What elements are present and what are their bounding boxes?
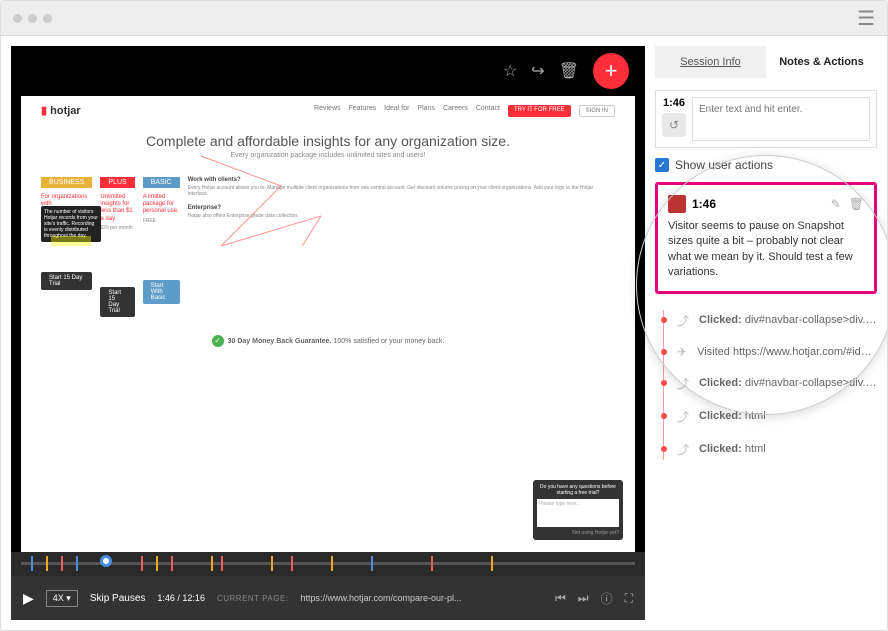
clients-h1: Work with clients? xyxy=(188,177,615,183)
plans: BUSINESS For organizations with $29 per … xyxy=(21,167,635,327)
share-icon[interactable]: ↪ xyxy=(531,61,544,81)
show-actions-toggle[interactable]: ✓ Show user actions xyxy=(655,158,877,172)
player-panel: ☆ ↪ 🗑 + ▮ hotjar Reviews Features Ideal … xyxy=(11,46,645,620)
speed-selector[interactable]: 4X ▾ xyxy=(46,590,78,607)
window-dots xyxy=(13,14,52,23)
star-icon[interactable]: ☆ xyxy=(503,61,517,81)
chat-foot: Not using Hotjar yet? xyxy=(537,530,619,536)
play-icon[interactable]: ▶ xyxy=(23,590,34,607)
dot xyxy=(43,14,52,23)
dot xyxy=(28,14,37,23)
recording-viewport: ▮ hotjar Reviews Features Ideal for Plan… xyxy=(11,96,645,552)
click-icon: ⤴ xyxy=(677,312,689,329)
plan-cta: Start With Basic xyxy=(143,280,180,304)
chat-widget: Do you have any questions before startin… xyxy=(533,480,623,540)
player-toolbar: ☆ ↪ 🗑 + xyxy=(11,46,645,96)
plan-plus: PLUS Unlimited insights for less than $1… xyxy=(100,177,134,317)
action-item[interactable]: ⤴ Clicked: div#navbar-collapse>div.pull-… xyxy=(655,304,877,337)
tab-notes-actions[interactable]: Notes & Actions xyxy=(766,46,877,78)
menu-icon[interactable]: ☰ xyxy=(857,6,875,31)
try-free-button: TRY IT FOR FREE xyxy=(508,105,571,117)
site-logo: ▮ hotjar xyxy=(41,104,81,117)
plan-tag: BUSINESS xyxy=(41,177,92,188)
site-nav: Reviews Features Ideal for Plans Careers… xyxy=(314,105,615,117)
click-icon: ⤴ xyxy=(677,375,689,392)
dot xyxy=(13,14,22,23)
recorded-page: ▮ hotjar Reviews Features Ideal for Plan… xyxy=(21,96,635,552)
history-icon[interactable]: ↺ xyxy=(662,113,686,137)
skip-pauses[interactable]: Skip Pauses xyxy=(90,593,146,604)
plan-cta: Start 15 Day Trial xyxy=(100,287,134,317)
compose-time: 1:46 xyxy=(663,97,685,109)
check-icon: ✓ xyxy=(212,335,224,347)
note-input[interactable] xyxy=(692,97,870,141)
current-url: https://www.hotjar.com/compare-our-pl... xyxy=(301,593,543,603)
hero: Complete and affordable insights for any… xyxy=(21,125,635,167)
plan-cta: Start 15 Day Trial xyxy=(41,272,92,290)
action-item[interactable]: ⤴ Clicked: div#navbar-collapse>div.pull-… xyxy=(655,367,877,400)
entry-time: 1:46 xyxy=(692,197,716,211)
plan-title: Unlimited insights for less than $1 a da… xyxy=(100,194,134,223)
plan-price: $29 per month xyxy=(100,225,134,231)
note-compose: 1:46 ↺ xyxy=(655,90,877,148)
playhead[interactable] xyxy=(100,555,112,567)
highlight xyxy=(51,236,91,246)
click-icon: ⤴ xyxy=(677,441,689,458)
trash-icon[interactable]: 🗑 xyxy=(559,61,579,81)
clients-h2: Enterprise? xyxy=(188,205,615,211)
entry-body: Visitor seems to pause on Snapshot sizes… xyxy=(668,219,864,281)
visit-icon: ✈ xyxy=(677,345,687,359)
nav-item: Reviews xyxy=(314,105,340,117)
action-item[interactable]: ⤴ Clicked: html xyxy=(655,433,877,466)
sidebar-tabs: Session Info Notes & Actions xyxy=(655,46,877,78)
plan-tag: BASIC xyxy=(143,177,180,188)
next-icon[interactable]: ⏭ xyxy=(578,591,589,606)
current-page-label: CURRENT PAGE: xyxy=(217,594,289,603)
note-entry: 1:46 ✎ 🗑 Visitor seems to pause on Snaps… xyxy=(655,182,877,294)
action-item[interactable]: ✈ Visited https://www.hotjar.com/#ideal-… xyxy=(655,337,877,367)
checkbox-icon[interactable]: ✓ xyxy=(655,158,669,172)
nav-item: Ideal for xyxy=(384,105,409,117)
plan-tag: PLUS xyxy=(100,177,134,188)
nav-item: Contact xyxy=(476,105,500,117)
trash-icon[interactable]: 🗑 xyxy=(849,197,864,211)
site-header: ▮ hotjar Reviews Features Ideal for Plan… xyxy=(21,96,635,125)
avatar xyxy=(668,195,686,213)
hero-sub: Every organization package includes unli… xyxy=(41,152,615,159)
plan-basic: BASIC A limited package for personal use… xyxy=(143,177,180,317)
edit-icon[interactable]: ✎ xyxy=(831,197,841,211)
app: ☆ ↪ 🗑 + ▮ hotjar Reviews Features Ideal … xyxy=(1,36,887,630)
nav-item: Plans xyxy=(417,105,435,117)
browser-header: ☰ xyxy=(1,1,887,36)
add-button[interactable]: + xyxy=(593,53,629,89)
signin-button: SIGN IN xyxy=(579,105,615,117)
show-actions-label: Show user actions xyxy=(675,158,773,172)
action-list: ⤴ Clicked: div#navbar-collapse>div.pull-… xyxy=(655,304,877,466)
timeline[interactable] xyxy=(11,552,645,576)
time-display: 1:46 / 12:16 xyxy=(157,593,205,603)
hero-title: Complete and affordable insights for any… xyxy=(41,133,615,149)
click-icon: ⤴ xyxy=(677,408,689,425)
chat-body: Please type here... xyxy=(537,499,619,527)
tab-session-info[interactable]: Session Info xyxy=(655,46,766,78)
nav-item: Careers xyxy=(443,105,468,117)
player-controls: ▶ 4X ▾ Skip Pauses 1:46 / 12:16 CURRENT … xyxy=(11,576,645,620)
chat-head: Do you have any questions before startin… xyxy=(537,484,619,496)
sidebar: Session Info Notes & Actions 1:46 ↺ ✓ Sh… xyxy=(645,36,887,630)
action-item[interactable]: ⤴ Clicked: html xyxy=(655,400,877,433)
plan-title: A limited package for personal use. xyxy=(143,194,180,216)
guarantee: ✓30 Day Money Back Guarantee. 100% satis… xyxy=(21,327,635,355)
plan-business: BUSINESS For organizations with $29 per … xyxy=(41,177,92,317)
prev-icon[interactable]: ⏮ xyxy=(555,591,566,606)
clients-col: Work with clients? Every Hotjar account … xyxy=(188,177,615,317)
browser-window: ☰ ☆ ↪ 🗑 + ▮ hotjar Reviews Features Idea… xyxy=(0,0,888,631)
info-icon[interactable]: ⓘ xyxy=(601,590,613,607)
nav-item: Features xyxy=(349,105,377,117)
fullscreen-icon[interactable]: ⛶ xyxy=(625,591,633,606)
